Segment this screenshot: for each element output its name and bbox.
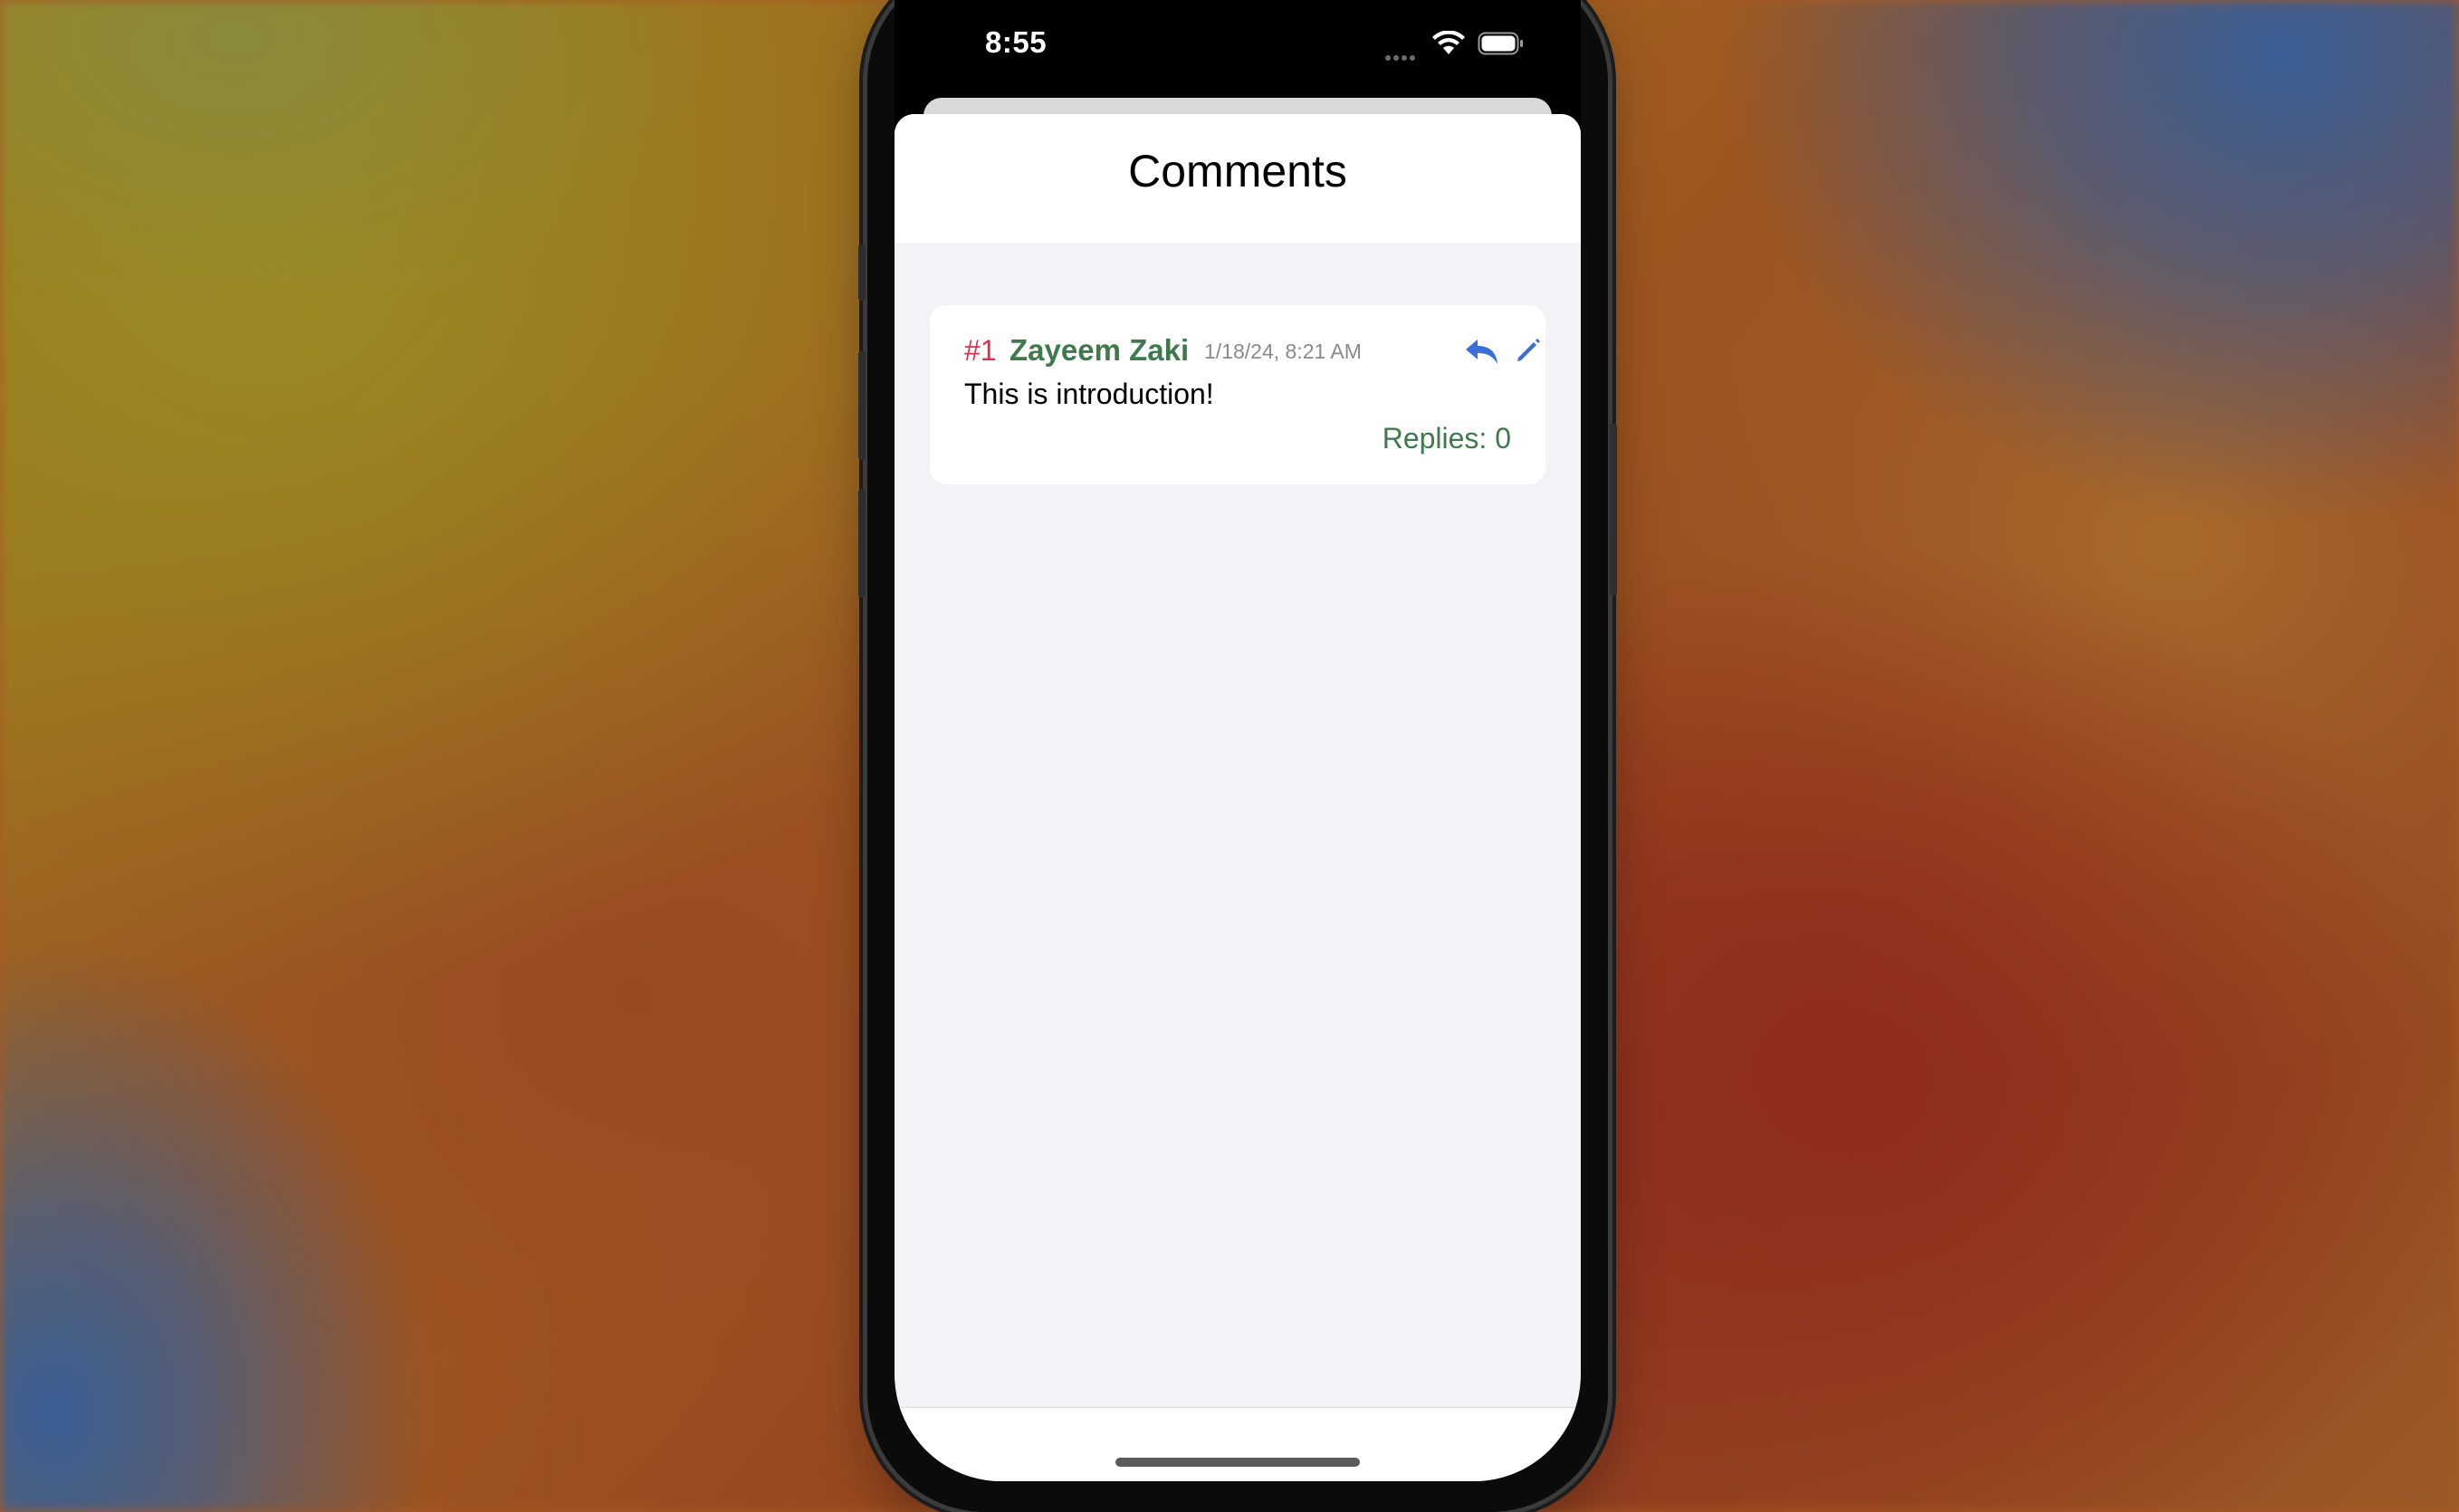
bottom-toolbar [895, 1407, 1581, 1481]
comment-text: This is introduction! [964, 378, 1214, 410]
status-bar: 8:55 [895, 0, 1581, 91]
phone-screen: 8:55 Comments #1 Zayeem Zaki 1/18/24, 8:… [895, 0, 1581, 1481]
comment-card[interactable]: #1 Zayeem Zaki 1/18/24, 8:21 AM This is … [930, 305, 1545, 484]
replies-count-link[interactable]: Replies: 0 [1383, 422, 1511, 455]
sheet-header: Comments [895, 114, 1581, 243]
wifi-icon [1432, 31, 1465, 54]
comment-author: Zayeem Zaki [1009, 333, 1190, 367]
mute-switch [858, 244, 866, 301]
comment-number: #1 [964, 334, 997, 367]
volume-down-button [858, 489, 866, 598]
pencil-icon[interactable] [1514, 336, 1543, 365]
page-title: Comments [1128, 146, 1347, 196]
cellular-dots-icon [1385, 49, 1421, 61]
status-time: 8:55 [985, 25, 1048, 59]
power-button [1610, 424, 1617, 596]
volume-up-button [858, 351, 866, 460]
reply-arrow-icon[interactable] [1464, 336, 1500, 367]
home-indicator[interactable] [1115, 1458, 1360, 1467]
comment-date: 1/18/24, 8:21 AM [1204, 340, 1362, 363]
battery-icon [1478, 32, 1523, 55]
comments-sheet: Comments #1 Zayeem Zaki 1/18/24, 8:21 AM… [895, 114, 1581, 1481]
